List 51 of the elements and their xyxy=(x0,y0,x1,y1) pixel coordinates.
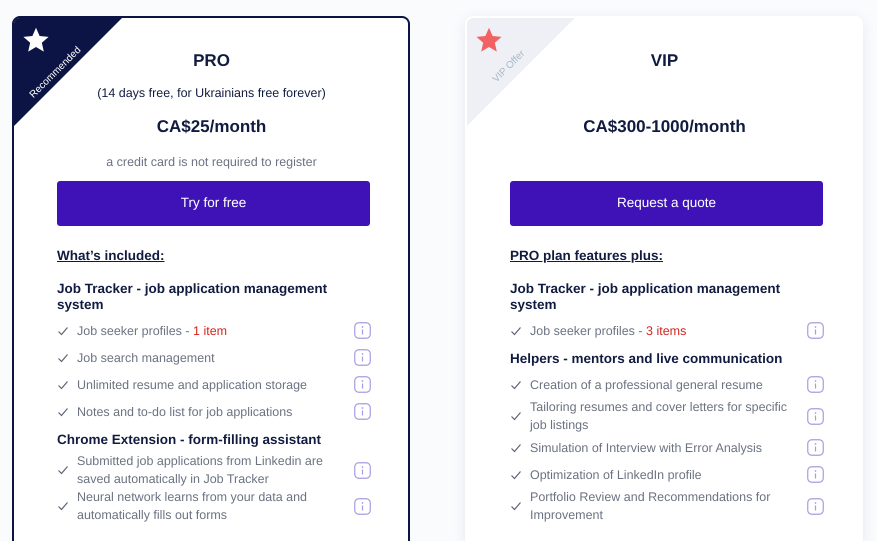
feature-text: Unlimited resume and application storage xyxy=(77,376,308,394)
plan-price: CA$25/month xyxy=(156,116,268,138)
plan-price: CA$300-1000/month xyxy=(582,116,747,138)
check-icon xyxy=(510,410,522,422)
check-icon xyxy=(57,500,69,512)
info-icon[interactable] xyxy=(354,403,371,420)
info-icon[interactable] xyxy=(807,408,824,425)
plan-subnote: a credit card is not required to register xyxy=(105,154,318,171)
plan-note: (14 days free, for Ukrainians free forever) xyxy=(96,85,327,102)
feature-text: Portfolio Review and Recommendations for Improvement xyxy=(530,489,772,524)
info-icon[interactable] xyxy=(354,349,371,366)
feature-text: Optimization of LinkedIn profile xyxy=(530,466,703,484)
check-icon xyxy=(57,324,69,337)
plan-button[interactable]: Request a quote xyxy=(510,181,823,226)
feature-group-title: Helpers - mentors and live communication xyxy=(510,351,784,368)
feature-text: Tailoring resumes and cover letters for specific job listings xyxy=(530,399,788,434)
check-icon xyxy=(510,442,522,454)
info-icon[interactable] xyxy=(807,466,824,484)
info-icon[interactable] xyxy=(354,498,371,515)
section-heading: What’s included: xyxy=(57,247,164,265)
feature-text: Simulation of Interview with Error Analysis xyxy=(530,440,764,457)
feature-group-title: Job Tracker - job application management system xyxy=(510,281,782,314)
info-icon[interactable] xyxy=(354,376,371,394)
info-icon[interactable] xyxy=(807,439,824,456)
star-icon xyxy=(475,26,503,54)
check-icon xyxy=(57,352,69,364)
plan-name: VIP xyxy=(650,50,678,72)
check-icon xyxy=(57,406,69,418)
section-heading: PRO plan features plus: xyxy=(510,247,664,265)
feature-group-title: Job Tracker - job application management system xyxy=(57,281,328,314)
info-icon[interactable] xyxy=(807,498,824,515)
feature-text: Creation of a professional general resume xyxy=(530,376,764,394)
plan-button[interactable]: Try for free xyxy=(57,181,370,226)
info-icon[interactable] xyxy=(807,322,824,340)
check-icon xyxy=(510,378,522,391)
check-icon xyxy=(510,324,522,337)
plan-name: PRO xyxy=(193,50,230,72)
feature-text: Job seeker profiles - 3 items xyxy=(530,322,688,340)
check-icon xyxy=(510,468,522,481)
check-icon xyxy=(57,378,69,391)
info-icon[interactable] xyxy=(807,376,824,394)
info-icon[interactable] xyxy=(354,462,371,479)
feature-text: Job search management xyxy=(77,350,216,367)
info-icon[interactable] xyxy=(354,322,371,340)
check-icon xyxy=(57,464,69,476)
check-icon xyxy=(510,500,522,512)
feature-text: Job seeker profiles - 1 item xyxy=(77,322,228,340)
feature-text: Submitted job applications from Linkedin are saved automatically in Job Tracker xyxy=(77,453,324,488)
feature-text: Neural network learns from your data and automatically fills out forms xyxy=(77,489,308,524)
feature-text: Notes and to-do list for job applications xyxy=(77,404,294,421)
feature-group-title: Chrome Extension - form-filling assistant xyxy=(57,432,322,448)
